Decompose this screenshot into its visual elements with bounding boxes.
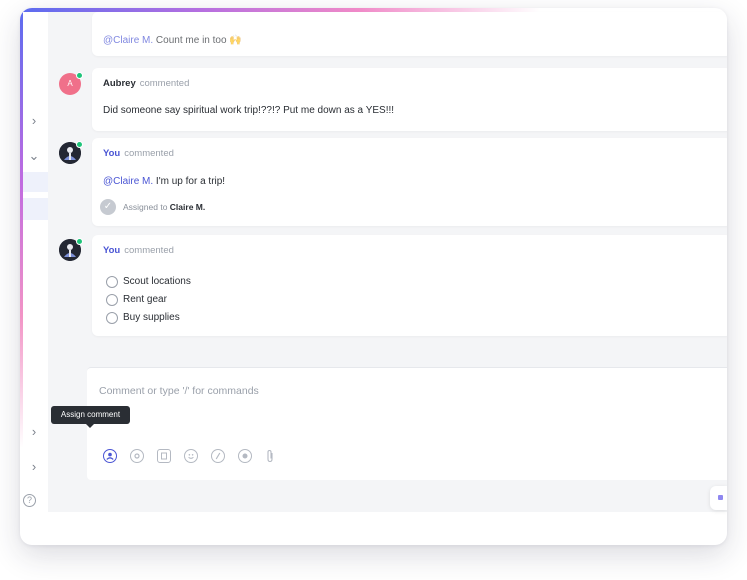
assign-icon[interactable] — [103, 449, 117, 463]
slash-command-icon[interactable] — [211, 449, 225, 463]
chevron-right-icon[interactable]: › — [28, 460, 40, 473]
app-icon — [718, 495, 723, 500]
comment-card: You commented Scout locations Rent gear B… — [92, 235, 727, 336]
comment-body: @Claire M. I'm up for a trip! — [103, 176, 225, 187]
comment-composer — [87, 367, 727, 480]
comment-body: Did someone say spiritual work trip!??!?… — [103, 105, 395, 116]
task-icon[interactable] — [157, 449, 171, 463]
assignee-name[interactable]: Claire M. — [170, 202, 205, 212]
presence-indicator — [76, 72, 83, 79]
chevron-right-icon[interactable]: › — [28, 114, 40, 127]
comment-card: Aubrey commented Did someone say spiritua… — [92, 68, 727, 131]
help-icon[interactable]: ? — [23, 494, 36, 507]
attachment-icon[interactable] — [263, 449, 277, 463]
comment-verb: commented — [124, 148, 174, 159]
comment-author[interactable]: You — [103, 148, 120, 159]
comment-verb: commented — [124, 245, 174, 256]
presence-indicator — [76, 238, 83, 245]
record-icon[interactable] — [238, 449, 252, 463]
mention-link[interactable]: @Claire M. — [103, 176, 153, 187]
sidebar-item[interactable] — [23, 172, 48, 192]
comment-body: @Claire M. Count me in too 🙌 — [103, 35, 242, 46]
checklist-item-label: Buy supplies — [123, 312, 180, 323]
mention-link[interactable]: @Claire M. — [103, 35, 153, 46]
sidebar: › ⌄ › › ? — [23, 12, 48, 512]
checklist-item-label: Rent gear — [123, 294, 167, 305]
comment-text: I'm up for a trip! — [153, 176, 226, 187]
chevron-down-icon[interactable]: ⌄ — [28, 149, 40, 162]
checkbox[interactable] — [106, 294, 118, 306]
comment-header: Aubrey commented — [103, 78, 189, 89]
checkbox[interactable] — [106, 276, 118, 288]
comment-card: @Claire M. Count me in too 🙌 — [92, 12, 727, 56]
comment-header: You commented — [103, 245, 174, 256]
comment-header: You commented — [103, 148, 174, 159]
comment-author[interactable]: You — [103, 245, 120, 256]
assigned-label: Assigned to — [123, 202, 168, 212]
presence-indicator — [76, 141, 83, 148]
resolve-check-icon[interactable]: ✓ — [100, 199, 116, 215]
assign-comment-tooltip: Assign comment — [51, 406, 130, 424]
assignment-text: Assigned to Claire M. — [123, 202, 205, 212]
checkbox[interactable] — [106, 312, 118, 324]
checklist-item-label: Scout locations — [123, 276, 191, 287]
emoji-icon[interactable] — [184, 449, 198, 463]
floating-action-button[interactable] — [710, 486, 727, 510]
mention-icon[interactable] — [130, 449, 144, 463]
comment-card: You commented @Claire M. I'm up for a tri… — [92, 138, 727, 226]
app-window: › ⌄ › › ? @Claire M. Count me in too 🙌 A… — [20, 8, 727, 545]
comment-input[interactable] — [99, 383, 699, 399]
comment-verb: commented — [139, 78, 190, 89]
tooltip-arrow — [86, 424, 94, 428]
chevron-right-icon[interactable]: › — [28, 425, 40, 438]
comment-text: Count me in too 🙌 — [153, 35, 242, 46]
comment-author[interactable]: Aubrey — [103, 78, 136, 89]
comments-panel: @Claire M. Count me in too 🙌 A Aubrey com… — [48, 12, 727, 512]
sidebar-item-selected[interactable] — [23, 198, 48, 220]
